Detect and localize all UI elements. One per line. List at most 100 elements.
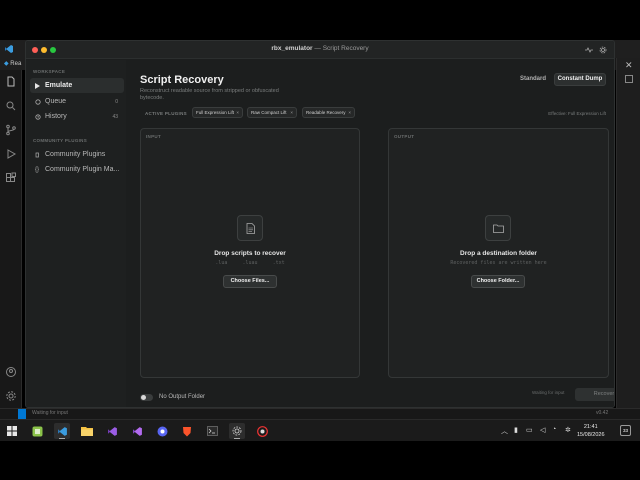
file-explorer-icon[interactable] (79, 423, 95, 439)
sidebar-item-queue[interactable]: Queue 0 (30, 94, 124, 109)
app-title-page: Script Recovery (322, 45, 369, 52)
plugin-chip-label: Readable Recovery (306, 110, 346, 115)
start-button[interactable] (4, 423, 20, 439)
statusbar-left-text: Waiting for input (32, 410, 68, 416)
input-drop-title: Drop scripts to recover (214, 250, 286, 257)
puzzle-icon (35, 152, 45, 158)
app-title-main: rbx_emulator (271, 45, 313, 52)
vscode-tab-label: Rea (10, 61, 22, 67)
main-content: Script Recovery Reconstruct readable sou… (126, 60, 614, 407)
source-control-icon[interactable] (3, 122, 19, 138)
sidebar-item-community-plugin-manager[interactable]: {} Community Plugin Ma... (30, 162, 124, 177)
recorder-icon[interactable] (254, 423, 270, 439)
plugin-chip-label: Full Expression Lift (196, 110, 235, 115)
clock-date: 15/08/2026 (577, 432, 605, 438)
recover-button[interactable]: Recover (575, 388, 614, 401)
file-icon (237, 215, 263, 241)
settings-gear-icon[interactable] (3, 388, 19, 404)
panel-toggle-icon[interactable] (625, 75, 633, 83)
status-text: Waiting for input (532, 390, 565, 395)
mode-standard-button[interactable]: Standard (520, 76, 546, 82)
activity-icon[interactable] (583, 44, 595, 56)
plugin-chip-label: Raw Compact Lift (251, 110, 287, 115)
app-titlebar: rbx_emulator — Script Recovery (26, 41, 614, 59)
microphone-icon[interactable]: ▮ (514, 426, 518, 434)
clock[interactable]: 21:41 15/08/2026 (577, 423, 605, 439)
widgets-icon[interactable] (29, 423, 45, 439)
sidebar-item-label: History (45, 113, 67, 120)
sidebar-item-community-plugins[interactable]: Community Plugins (30, 147, 124, 162)
sidebar-item-emulate[interactable]: Emulate (30, 78, 124, 93)
vscode-tab[interactable]: ◆ Rea (0, 58, 26, 70)
no-output-folder-label: No Output Folder (159, 394, 206, 400)
output-drop-title: Drop a destination folder (460, 250, 537, 257)
plugin-chip[interactable]: Readable Recovery × (302, 107, 355, 118)
account-icon[interactable] (3, 364, 19, 380)
circle-icon (35, 98, 45, 105)
sidebar-section-community: COMMUNITY PLUGINS (33, 138, 88, 143)
choose-files-button[interactable]: Choose Files... (223, 275, 277, 288)
battery-icon[interactable]: ▭ (526, 426, 533, 434)
visual-studio-icon[interactable] (104, 423, 120, 439)
input-drop-zone[interactable]: INPUT Drop scripts to recover .lua .luau… (140, 128, 360, 378)
plugin-chip[interactable]: Full Expression Lift × (192, 107, 243, 118)
close-icon[interactable]: ✕ (625, 60, 633, 71)
brave-browser-icon[interactable] (179, 423, 195, 439)
app-title: rbx_emulator — Script Recovery (26, 45, 614, 52)
page-title: Script Recovery (140, 74, 224, 86)
volume-icon[interactable]: ◁ (540, 426, 545, 434)
clock-time: 21:41 (583, 424, 598, 430)
input-drop-subtitle: .lua .luau .txt (215, 260, 285, 266)
play-icon (35, 82, 45, 89)
vscode-logo-icon (5, 45, 13, 53)
settings-tray-icon[interactable]: ✲ (565, 426, 571, 434)
terminal-icon[interactable] (204, 423, 220, 439)
sidebar-item-label: Emulate (45, 82, 73, 89)
output-drop-subtitle: Recovered files are written here (450, 260, 547, 266)
plugin-chip[interactable]: Raw Compact Lift × (247, 107, 297, 118)
sidebar-item-history[interactable]: History 43 (30, 109, 124, 124)
no-output-folder-toggle[interactable] (140, 394, 153, 401)
letterbox-bottom (0, 441, 640, 480)
visual-studio-alt-icon[interactable] (129, 423, 145, 439)
sidebar-item-count: 43 (112, 113, 118, 120)
app-window: rbx_emulator — Script Recovery WORKSPACE… (25, 40, 615, 408)
browser-icon[interactable] (154, 423, 170, 439)
sidebar: WORKSPACE Emulate Queue 0 History 43 COM… (26, 60, 126, 407)
taskbar: ︿ ▮ ▭ ◁ ◔ ✲ 21:41 15/08/2026 33 (0, 419, 640, 441)
sidebar-section-workspace: WORKSPACE (33, 69, 66, 74)
folder-icon (485, 215, 511, 241)
sidebar-item-label: Community Plugins (45, 151, 106, 158)
vscode-activity-bar (0, 70, 22, 408)
history-icon (35, 113, 45, 120)
mode-constant-dump-button[interactable]: Constant Dump (554, 73, 606, 86)
sidebar-item-label: Community Plugin Ma... (45, 166, 120, 173)
extensions-icon[interactable] (3, 170, 19, 186)
app-title-separator: — (314, 45, 321, 52)
remove-chip-icon[interactable]: × (290, 108, 293, 117)
sidebar-item-label: Queue (45, 98, 67, 105)
effective-plugin-text: Effective: Full Expression Lift (548, 111, 606, 116)
remove-chip-icon[interactable]: × (236, 108, 239, 117)
input-panel-label: INPUT (146, 134, 161, 139)
settings-icon[interactable] (597, 44, 609, 56)
search-icon[interactable] (3, 98, 19, 114)
output-drop-zone[interactable]: OUTPUT Drop a destination folder Recover… (388, 128, 609, 378)
vscode-taskbar-icon[interactable] (54, 423, 70, 439)
page-subtitle: Reconstruct readable source from strippe… (140, 88, 279, 101)
remote-indicator-icon[interactable] (18, 409, 26, 419)
vscode-right-panel: ✕ (616, 58, 640, 408)
network-icon[interactable]: ◔ (552, 426, 556, 433)
active-plugins-label: ACTIVE PLUGINS (145, 111, 187, 116)
notification-center-button[interactable]: 33 (620, 425, 631, 436)
chevron-up-icon[interactable]: ︿ (501, 426, 508, 436)
output-panel-label: OUTPUT (394, 134, 415, 139)
run-debug-icon[interactable] (3, 146, 19, 162)
files-icon[interactable] (3, 74, 19, 90)
sidebar-item-count: 0 (115, 98, 118, 105)
rbx-emulator-taskbar-icon[interactable] (229, 423, 245, 439)
choose-folder-button[interactable]: Choose Folder... (471, 275, 525, 288)
statusbar-right-text: v0.42 (596, 410, 609, 416)
code-braces-icon: {} (35, 166, 40, 173)
remove-chip-icon[interactable]: × (348, 108, 351, 117)
